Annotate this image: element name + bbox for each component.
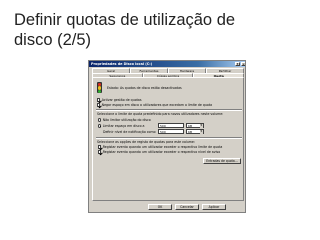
separator [96,137,242,139]
dialog-title: Propriedades de Disco local (C:) [91,62,153,66]
limit-value-field[interactable]: 500 [158,123,184,128]
warning-unit-select[interactable]: KB [186,129,204,134]
slide-title-line1: Definir quotas de utilização de [14,11,236,29]
slide-title: Definir quotas de utilização de disco (2… [14,10,314,50]
enable-quota-label: Activar gestão de quotas [101,98,142,102]
apply-button[interactable]: Aplicar [202,204,226,210]
log-warning-option[interactable]: Registar evento quando um utilizador exc… [98,150,220,154]
log-limit-option[interactable]: Registar evento quando um utilizador exc… [98,145,222,149]
log-options-heading: Seleccione as opções de registo de quota… [97,140,195,144]
warning-level-label: Definir nível de notificação como [103,130,156,134]
cancel-button[interactable]: Cancelar [175,204,199,210]
log-limit-checkbox[interactable] [98,145,102,149]
deny-space-label: Negar espaço em disco a utilizadores que… [101,103,213,107]
quota-status-text: Estado: As quotas de disco estão desacti… [107,86,182,90]
help-button[interactable]: ? [235,62,240,66]
disk-properties-dialog: Propriedades de Disco local (C:) ? × Ger… [88,60,246,213]
log-warning-checkbox[interactable] [98,150,102,154]
limit-space-option[interactable]: Limitar espaço em disco a [98,124,145,128]
no-limit-radio[interactable] [98,118,102,122]
deny-space-checkbox[interactable] [97,103,101,107]
limit-unit-select[interactable]: KB [186,123,204,128]
traffic-light-icon [97,82,102,94]
quota-panel: Estado: As quotas de disco estão desacti… [92,77,244,201]
warning-value-field[interactable]: 500 [158,129,184,134]
log-warning-label: Registar evento quando um utilizador exc… [102,150,221,154]
no-limit-label: Não limitar utilização do disco [102,118,151,122]
default-limit-heading: Seleccione o limite de quota predefinido… [97,112,224,116]
ok-button[interactable]: OK [148,204,172,210]
quota-entries-button[interactable]: Entradas de quota... [203,158,241,164]
slide-title-line2: disco (2/5) [14,31,92,49]
close-button[interactable]: × [241,62,245,66]
dialog-titlebar: Propriedades de Disco local (C:) [89,61,245,67]
deny-space-option[interactable]: Negar espaço em disco a utilizadores que… [97,103,212,107]
no-limit-option[interactable]: Não limitar utilização do disco [98,118,151,122]
limit-space-label: Limitar espaço em disco a [102,124,145,128]
limit-space-radio[interactable] [98,124,102,128]
enable-quota-option[interactable]: Activar gestão de quotas [97,98,142,102]
log-limit-label: Registar evento quando um utilizador exc… [102,145,223,149]
separator [96,109,242,111]
enable-quota-checkbox[interactable] [97,98,101,102]
